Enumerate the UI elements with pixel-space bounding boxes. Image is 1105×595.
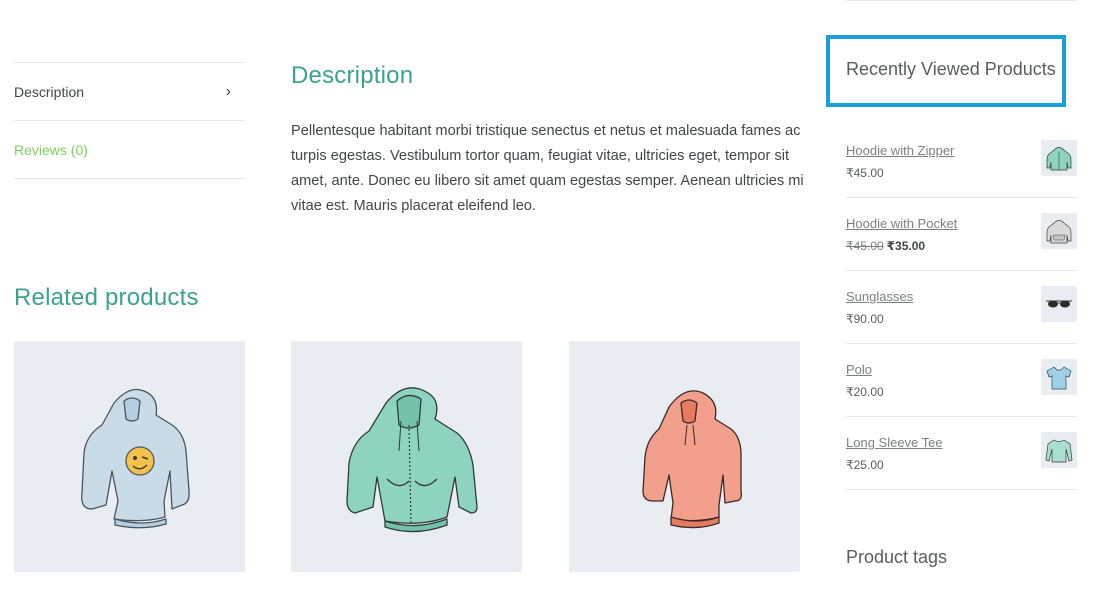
- list-item: Polo ₹20.00: [846, 344, 1077, 417]
- product-sale-price: ₹35.00: [886, 239, 926, 253]
- grey-pocket-hoodie-icon: [1046, 220, 1072, 244]
- tab-description-label: Description: [14, 83, 85, 100]
- description-text: Pellentesque habitant morbi tristique se…: [291, 123, 804, 214]
- related-products-heading: Related products: [14, 284, 199, 311]
- related-product-1[interactable]: [14, 341, 245, 572]
- product-tabs: Description › Reviews (0): [14, 62, 245, 179]
- tab-reviews[interactable]: Reviews (0): [14, 121, 245, 179]
- blue-polo-icon: [1046, 366, 1072, 390]
- list-item: Long Sleeve Tee ₹25.00: [846, 417, 1077, 490]
- coral-hoodie-image: [642, 390, 743, 529]
- list-item: Hoodie with Pocket ₹45.00 ₹35.00: [846, 198, 1077, 271]
- related-product-3[interactable]: [569, 341, 800, 572]
- product-price: ₹20.00: [846, 385, 884, 399]
- product-thumbnail[interactable]: [1041, 213, 1077, 249]
- product-price: ₹90.00: [846, 312, 884, 326]
- sidebar-divider: [846, 0, 1077, 1]
- product-link[interactable]: Hoodie with Pocket: [846, 216, 957, 231]
- chevron-right-icon: ›: [225, 82, 231, 100]
- product-price: ₹25.00: [846, 458, 884, 472]
- page: Description › Reviews (0) Description Pe…: [0, 0, 1105, 595]
- product-link[interactable]: Hoodie with Zipper: [846, 143, 954, 158]
- recently-viewed-list: Hoodie with Zipper ₹45.00 Hoodie with Po…: [846, 125, 1077, 490]
- product-price: ₹45.00 ₹35.00: [846, 239, 925, 253]
- product-link[interactable]: Sunglasses: [846, 289, 913, 304]
- product-thumbnail[interactable]: [1041, 140, 1077, 176]
- product-tags-heading: Product tags: [846, 547, 948, 567]
- tab-reviews-label: Reviews (0): [14, 141, 88, 158]
- product-thumbnail[interactable]: [1041, 359, 1077, 395]
- product-price: ₹45.00: [846, 166, 884, 180]
- mint-zip-hoodie-icon: [1046, 147, 1072, 171]
- product-link[interactable]: Polo: [846, 362, 872, 377]
- sunglasses-icon: [1046, 300, 1072, 308]
- related-product-2[interactable]: [291, 341, 522, 572]
- mint-zip-hoodie-image: [346, 387, 478, 533]
- light-blue-hoodie-image: [81, 388, 190, 529]
- recently-viewed-heading: Recently Viewed Products: [846, 59, 1056, 79]
- mint-long-sleeve-tee-icon: [1045, 439, 1073, 463]
- tab-description[interactable]: Description ›: [14, 63, 245, 121]
- list-item: Sunglasses ₹90.00: [846, 271, 1077, 344]
- product-old-price: ₹45.00: [846, 239, 884, 253]
- product-thumbnail[interactable]: [1041, 286, 1077, 322]
- list-item: Hoodie with Zipper ₹45.00: [846, 125, 1077, 198]
- product-link[interactable]: Long Sleeve Tee: [846, 435, 943, 450]
- description-heading: Description: [291, 62, 414, 89]
- product-thumbnail[interactable]: [1041, 432, 1077, 468]
